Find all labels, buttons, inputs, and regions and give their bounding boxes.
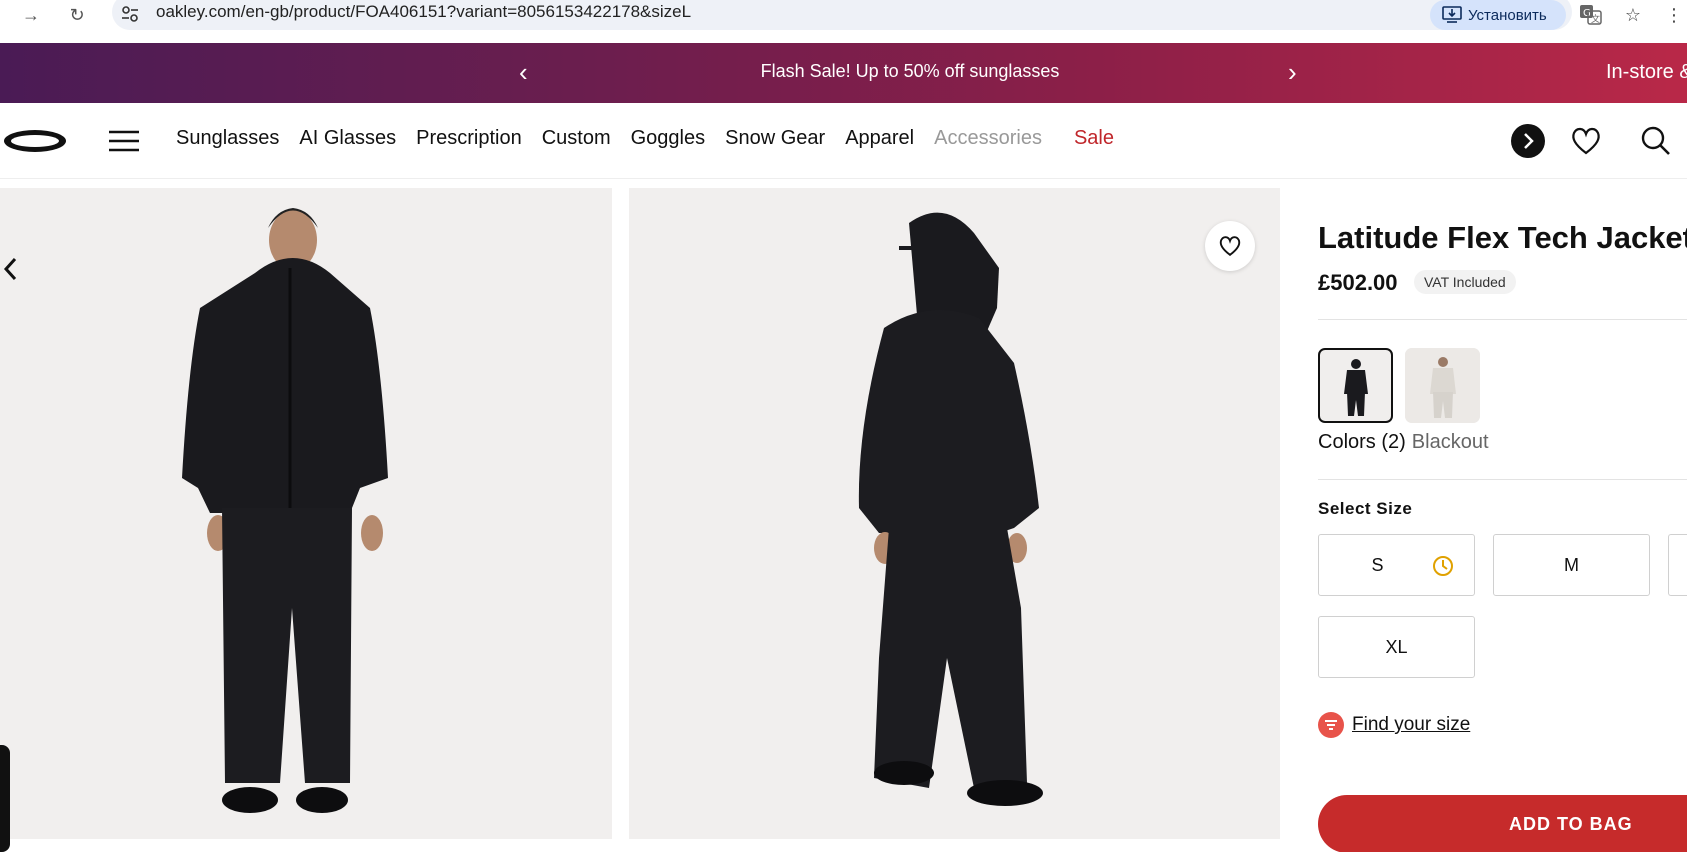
promo-message[interactable]: Flash Sale! Up to 50% off sunglasses: [0, 61, 1687, 82]
vat-badge: VAT Included: [1414, 270, 1516, 294]
search-icon[interactable]: [1638, 123, 1674, 159]
install-app-button[interactable]: Установить: [1430, 0, 1566, 30]
url-text[interactable]: oakley.com/en-gb/product/FOA406151?varia…: [156, 2, 691, 22]
nav-prescription[interactable]: Prescription: [416, 127, 522, 150]
translate-icon[interactable]: G文: [1578, 2, 1604, 28]
swatch-blackout[interactable]: [1318, 348, 1393, 423]
svg-text:G: G: [1583, 8, 1591, 19]
main-nav: Sunglasses AI Glasses Prescription Custo…: [176, 127, 1134, 150]
size-option-m[interactable]: M: [1493, 534, 1650, 596]
heart-icon: [1219, 236, 1241, 256]
promo-next-button[interactable]: ›: [1288, 57, 1297, 88]
nav-sunglasses[interactable]: Sunglasses: [176, 127, 279, 150]
colors-label: Colors (2): [1318, 431, 1406, 453]
nav-ai-glasses[interactable]: AI Glasses: [299, 127, 396, 150]
nav-custom[interactable]: Custom: [542, 127, 611, 150]
find-your-size[interactable]: Find your size: [1318, 712, 1470, 738]
model-front-figure: [182, 208, 388, 813]
product-title: Latitude Flex Tech Jacket: [1318, 220, 1687, 255]
product-panel: Latitude Flex Tech Jacket £502.00 VAT In…: [1318, 188, 1687, 852]
nav-apparel[interactable]: Apparel: [845, 127, 914, 150]
gallery-prev-button[interactable]: [2, 256, 18, 289]
site-settings-icon[interactable]: [120, 4, 140, 24]
site-header: Sunglasses AI Glasses Prescription Custo…: [0, 103, 1687, 179]
star-icon[interactable]: ☆: [1620, 2, 1646, 28]
reload-icon[interactable]: ↻: [66, 4, 88, 26]
promo-message-next: In-store &: [1606, 61, 1687, 83]
size-guide-icon: [1318, 712, 1344, 738]
selected-color: Blackout: [1411, 431, 1489, 453]
nav-goggles[interactable]: Goggles: [631, 127, 706, 150]
promo-banner: ‹ Flash Sale! Up to 50% off sunglasses ›…: [0, 43, 1687, 103]
side-drawer-tab[interactable]: [0, 745, 10, 852]
nav-snow-gear[interactable]: Snow Gear: [725, 127, 825, 150]
size-label: XL: [1385, 636, 1408, 657]
product-price: £502.00: [1318, 270, 1398, 295]
divider: [1318, 479, 1687, 480]
install-label: Установить: [1468, 6, 1547, 24]
size-option-s[interactable]: S: [1318, 534, 1475, 596]
nav-accessories[interactable]: Accessories: [934, 127, 1042, 150]
wishlist-heart-icon[interactable]: [1568, 123, 1604, 159]
low-stock-clock-icon: [1433, 556, 1453, 576]
product-image-front[interactable]: [0, 188, 612, 839]
model-side-figure: [858, 212, 1043, 806]
menu-dots-icon[interactable]: ⋮: [1664, 2, 1684, 28]
size-label: S: [1371, 554, 1384, 575]
add-to-bag-button[interactable]: ADD TO BAG: [1318, 795, 1687, 852]
browser-toolbar: → ↻ oakley.com/en-gb/product/FOA406151?v…: [0, 0, 1687, 43]
chevron-right-icon[interactable]: [1510, 123, 1546, 159]
divider: [1318, 319, 1687, 320]
hamburger-menu-icon[interactable]: [108, 129, 140, 153]
forward-icon[interactable]: →: [20, 4, 42, 26]
install-icon: [1442, 6, 1462, 23]
colors-line: Colors (2) Blackout: [1318, 431, 1489, 454]
svg-text:文: 文: [1591, 13, 1600, 25]
size-option-xl[interactable]: XL: [1318, 616, 1475, 678]
address-bar[interactable]: oakley.com/en-gb/product/FOA406151?varia…: [112, 0, 1572, 30]
select-size-heading: Select Size: [1318, 499, 1413, 518]
nav-sale[interactable]: Sale: [1074, 127, 1114, 150]
swatch-white[interactable]: [1405, 348, 1480, 423]
size-option-l[interactable]: [1668, 534, 1687, 596]
oakley-logo[interactable]: [2, 127, 68, 155]
find-your-size-link[interactable]: Find your size: [1352, 714, 1470, 736]
size-label: M: [1564, 554, 1579, 575]
product-image-side[interactable]: [629, 188, 1280, 839]
add-to-favorites-button[interactable]: [1205, 221, 1255, 271]
